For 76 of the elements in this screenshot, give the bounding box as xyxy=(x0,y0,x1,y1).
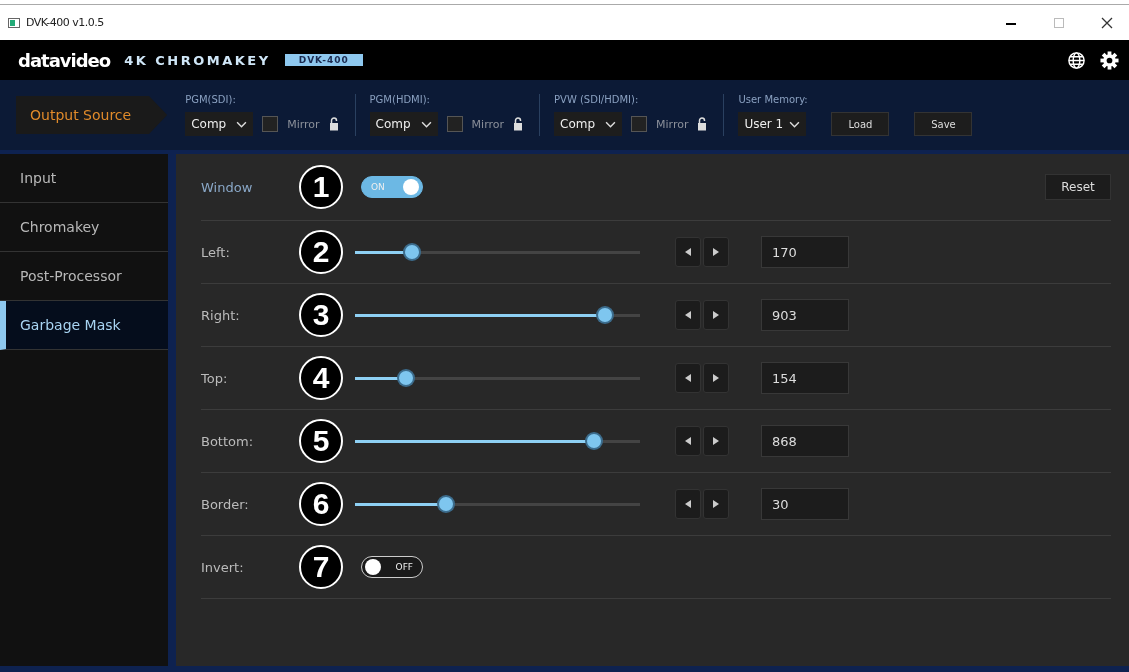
increase-button[interactable] xyxy=(703,237,729,267)
output-dropdown[interactable]: Comp xyxy=(185,112,254,136)
value-field[interactable]: 868 xyxy=(761,425,849,457)
app-icon xyxy=(8,17,20,28)
right-triangle-icon xyxy=(713,374,719,382)
setting-label: Bottom: xyxy=(201,433,255,449)
setting-label: Right: xyxy=(201,307,241,323)
output-dropdown[interactable]: Comp xyxy=(554,112,622,136)
memory-dropdown[interactable]: User 1 xyxy=(738,112,807,136)
setting-label: Left: xyxy=(201,244,231,260)
mirror-label: Mirror xyxy=(471,117,504,131)
output-source-label: Output Source xyxy=(16,96,168,134)
value-field[interactable]: 30 xyxy=(761,488,849,520)
caret-icon xyxy=(789,120,801,128)
memory-button[interactable]: Save xyxy=(914,112,973,136)
callout-number: 4 xyxy=(299,356,343,400)
callout-number: 1 xyxy=(299,165,343,209)
decrease-button[interactable] xyxy=(675,363,701,393)
callout-number: 3 xyxy=(299,293,343,337)
lock-icon[interactable] xyxy=(513,117,523,131)
value-field[interactable]: 154 xyxy=(761,362,849,394)
mirror-checkbox[interactable] xyxy=(631,116,647,132)
left-triangle-icon xyxy=(685,437,691,445)
output-label: PVW (SDI/HDMI): xyxy=(554,94,640,105)
caret-icon xyxy=(420,120,432,128)
sidebar-item[interactable]: Garbage Mask xyxy=(0,301,168,350)
value-field[interactable]: 903 xyxy=(761,299,849,331)
globe-icon[interactable] xyxy=(1067,50,1086,70)
left-triangle-icon xyxy=(685,374,691,382)
memory-label: User Memory: xyxy=(738,94,809,105)
output-label: PGM(SDI): xyxy=(185,94,237,105)
left-triangle-icon xyxy=(685,248,691,256)
toggle-switch[interactable]: OFF xyxy=(361,556,423,578)
setting-label: Border: xyxy=(201,496,250,512)
decrease-button[interactable] xyxy=(675,426,701,456)
product-title: 4K CHROMAKEY xyxy=(124,52,271,68)
setting-label: Window xyxy=(201,179,254,195)
callout-number: 5 xyxy=(299,419,343,463)
memory-button[interactable]: Load xyxy=(831,112,890,136)
value-field[interactable]: 170 xyxy=(761,236,849,268)
increase-button[interactable] xyxy=(703,363,729,393)
logo: datavideo xyxy=(18,49,111,71)
sidebar-item[interactable]: Input xyxy=(0,154,168,203)
left-triangle-icon xyxy=(685,500,691,508)
window-title: DVK-400 v1.0.5 xyxy=(26,16,104,29)
mirror-checkbox[interactable] xyxy=(446,116,463,132)
settings-icon[interactable] xyxy=(1100,50,1119,70)
right-triangle-icon xyxy=(713,248,719,256)
decrease-button[interactable] xyxy=(675,489,701,519)
increase-button[interactable] xyxy=(703,426,729,456)
mirror-label: Mirror xyxy=(287,117,320,131)
decrease-button[interactable] xyxy=(675,237,701,267)
caret-icon xyxy=(605,120,616,128)
close-icon[interactable] xyxy=(1101,16,1113,29)
right-triangle-icon xyxy=(713,437,719,445)
output-dropdown[interactable]: Comp xyxy=(369,112,438,136)
setting-label: Invert: xyxy=(201,559,245,575)
left-triangle-icon xyxy=(685,311,691,319)
callout-number: 6 xyxy=(299,482,343,526)
mirror-label: Mirror xyxy=(656,117,689,131)
callout-number: 2 xyxy=(299,230,343,274)
caret-icon xyxy=(236,120,248,128)
mirror-checkbox[interactable] xyxy=(262,116,279,132)
right-triangle-icon xyxy=(713,500,719,508)
callout-number: 7 xyxy=(299,545,343,589)
right-triangle-icon xyxy=(713,311,719,319)
reset-button[interactable]: Reset xyxy=(1045,174,1111,200)
decrease-button[interactable] xyxy=(675,300,701,330)
increase-button[interactable] xyxy=(703,489,729,519)
lock-icon[interactable] xyxy=(328,117,339,131)
output-label: PGM(HDMI): xyxy=(369,94,431,105)
setting-label: Top: xyxy=(201,370,229,386)
increase-button[interactable] xyxy=(703,300,729,330)
sidebar-item[interactable]: Chromakey xyxy=(0,203,168,252)
model-badge: DVK-400 xyxy=(284,54,363,66)
lock-icon[interactable] xyxy=(697,117,708,131)
